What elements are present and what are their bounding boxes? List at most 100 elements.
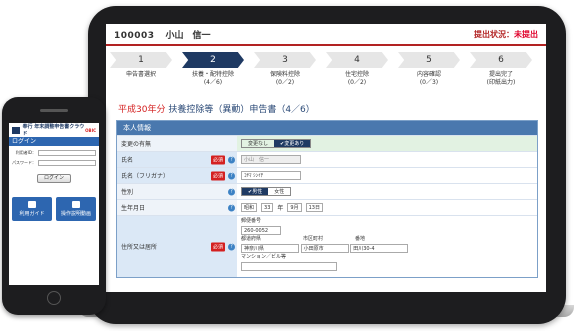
- panel-title: 本人情報: [117, 121, 537, 135]
- login-header: ログイン: [9, 137, 99, 146]
- step-label: 保険料控除: [269, 71, 300, 78]
- employee-name: 小山 信一: [165, 30, 211, 41]
- user-guide-label: 利用ガイド: [19, 211, 45, 217]
- required-badge: 必須: [210, 242, 225, 251]
- name-row: 氏名 必須 ? 小山 信一: [117, 151, 537, 167]
- birth-day-select[interactable]: 13日: [305, 203, 323, 212]
- form-title-text: 扶養控除等（異動）申告書（4／6）: [168, 105, 315, 115]
- step-1[interactable]: 1 申告書選択: [110, 52, 172, 90]
- step-4[interactable]: 4 住宅控除 (0／2): [326, 52, 388, 90]
- change-label: 変更の有無: [117, 136, 237, 151]
- sex-row: 性別 ? ✔男性 女性: [117, 183, 537, 199]
- birth-label-text: 生年月日: [121, 205, 146, 212]
- step-number: 1: [110, 52, 172, 68]
- change-off-option[interactable]: 変更なし: [242, 140, 274, 147]
- street-label: 番地: [355, 236, 366, 242]
- pref-label: 都道府県: [241, 236, 262, 242]
- video-icon: [72, 201, 80, 208]
- video-guide-label: 操作説明動画: [60, 211, 91, 217]
- sex-value-cell: ✔男性 女性: [237, 184, 537, 199]
- postal-field[interactable]: 260-0052: [241, 226, 281, 235]
- birth-year-field[interactable]: 33: [261, 203, 274, 212]
- change-toggle[interactable]: 変更なし ✔変更あり: [241, 139, 312, 148]
- change-on-option[interactable]: ✔変更あり: [274, 140, 311, 147]
- help-icon[interactable]: ?: [228, 172, 235, 179]
- help-icon[interactable]: ?: [228, 156, 235, 163]
- step-number: 5: [398, 52, 460, 68]
- home-button: [47, 291, 61, 305]
- name-value-cell: 小山 信一: [237, 152, 537, 167]
- password-row: パスワード：: [12, 160, 96, 166]
- birth-era-select[interactable]: 昭和: [241, 203, 258, 212]
- name-label-text: 氏名: [121, 157, 134, 164]
- city-label: 市区町村: [303, 236, 324, 242]
- kana-label-text: 氏名（フリガナ）: [121, 173, 170, 180]
- building-field[interactable]: [241, 262, 337, 271]
- address-row: 住所又は居所 必須 ? 郵便番号 260-0052 都道府県 市区町村 番地 神奈川…: [117, 215, 537, 277]
- step-6[interactable]: 6 提出完了 (印紙出力): [470, 52, 532, 90]
- help-icon[interactable]: ?: [228, 204, 235, 211]
- step-number: 2: [182, 52, 244, 68]
- brand-tag: OBIC: [85, 127, 96, 133]
- change-value: 変更なし ✔変更あり: [237, 136, 537, 151]
- personal-info-panel: 本人情報 変更の有無 変更なし ✔変更あり 氏名 必須 ? 小山 信一 氏名（フ…: [116, 120, 538, 278]
- video-guide-button[interactable]: 操作説明動画: [56, 197, 96, 221]
- help-icon[interactable]: ?: [228, 188, 235, 195]
- step-count: (印紙出力): [486, 79, 516, 86]
- birth-month-select[interactable]: 9月: [287, 203, 302, 212]
- password-input[interactable]: [38, 160, 96, 166]
- address-columns: 都道府県 市区町村 番地: [241, 236, 533, 243]
- phone-device: 奉行 年末調整申告書クラウド OBIC ログイン 利用者ID： パスワード： ロ…: [2, 97, 106, 315]
- step-3[interactable]: 3 保険料控除 (0／2): [254, 52, 316, 90]
- required-badge: 必須: [210, 155, 225, 164]
- street-field[interactable]: 田川30-4: [350, 244, 409, 253]
- address-fields: 神奈川県 小田原市 田川30-4: [241, 243, 533, 254]
- sex-female-option[interactable]: 女性: [268, 188, 290, 195]
- brand-logo-icon: [12, 126, 21, 134]
- step-5[interactable]: 5 内容確認 (0／3): [398, 52, 460, 90]
- birth-year-unit: 年: [277, 205, 284, 212]
- user-id-row: 利用者ID：: [12, 150, 96, 156]
- kana-label: 氏名（フリガナ） 必須 ?: [117, 168, 237, 183]
- user-id-input[interactable]: [38, 150, 96, 156]
- sex-toggle[interactable]: ✔男性 女性: [241, 187, 292, 196]
- help-buttons: 利用ガイド 操作説明動画: [12, 197, 96, 221]
- address-value-cell: 郵便番号 260-0052 都道府県 市区町村 番地 神奈川県 小田原市 田川30-…: [237, 216, 537, 277]
- status-label: 提出状況：: [474, 29, 514, 39]
- postal-label: 郵便番号: [241, 218, 262, 224]
- pref-field[interactable]: 神奈川県: [241, 244, 299, 253]
- phone-screen: 奉行 年末調整申告書クラウド OBIC ログイン 利用者ID： パスワード： ロ…: [9, 123, 99, 285]
- step-number: 6: [470, 52, 532, 68]
- user-id-label: 利用者ID：: [15, 150, 36, 155]
- kana-row: 氏名（フリガナ） 必須 ? ｺﾔﾏ ｼﾝｲﾁ: [117, 167, 537, 183]
- form-title: 平成30年分 扶養控除等（異動）申告書（4／6）: [118, 102, 315, 115]
- login-button[interactable]: ログイン: [37, 174, 71, 183]
- sex-label-text: 性別: [121, 189, 134, 196]
- step-number: 4: [326, 52, 388, 68]
- change-row: 変更の有無 変更なし ✔変更あり: [117, 135, 537, 151]
- user-guide-button[interactable]: 利用ガイド: [12, 197, 52, 221]
- address-label: 住所又は居所 必須 ?: [117, 216, 237, 277]
- phone-speaker: [40, 109, 68, 112]
- progress-stepper: 1 申告書選択 2 扶養・配特控除 (4／6) 3 保険料控除 (0／2) 4 …: [110, 52, 542, 90]
- step-count: (0／3): [419, 79, 439, 86]
- app-brand: 奉行 年末調整申告書クラウド OBIC: [9, 123, 99, 137]
- name-field[interactable]: 小山 信一: [241, 155, 301, 164]
- birth-value-cell: 昭和 33 年 9月 13日: [237, 200, 537, 215]
- help-icon[interactable]: ?: [228, 243, 235, 250]
- employee-info: 100003 小山 信一: [114, 28, 210, 41]
- status-value: 未提出: [514, 29, 538, 39]
- birth-row: 生年月日 ? 昭和 33 年 9月 13日: [117, 199, 537, 215]
- step-label: 住宅控除: [344, 71, 369, 78]
- name-label: 氏名 必須 ?: [117, 152, 237, 167]
- step-label: 内容確認: [416, 71, 441, 78]
- kana-field[interactable]: ｺﾔﾏ ｼﾝｲﾁ: [241, 171, 301, 180]
- sex-male-option[interactable]: ✔男性: [242, 188, 269, 195]
- city-field[interactable]: 小田原市: [300, 244, 349, 253]
- laptop-device: 100003 小山 信一 提出状況：未提出 1 申告書選択 2 扶養・配特控除 …: [88, 6, 566, 324]
- step-2[interactable]: 2 扶養・配特控除 (4／6): [182, 52, 244, 90]
- step-number: 3: [254, 52, 316, 68]
- brand-name: 奉行 年末調整申告書クラウド: [22, 124, 85, 137]
- step-count: (4／6): [203, 79, 223, 86]
- sex-label: 性別 ?: [117, 184, 237, 199]
